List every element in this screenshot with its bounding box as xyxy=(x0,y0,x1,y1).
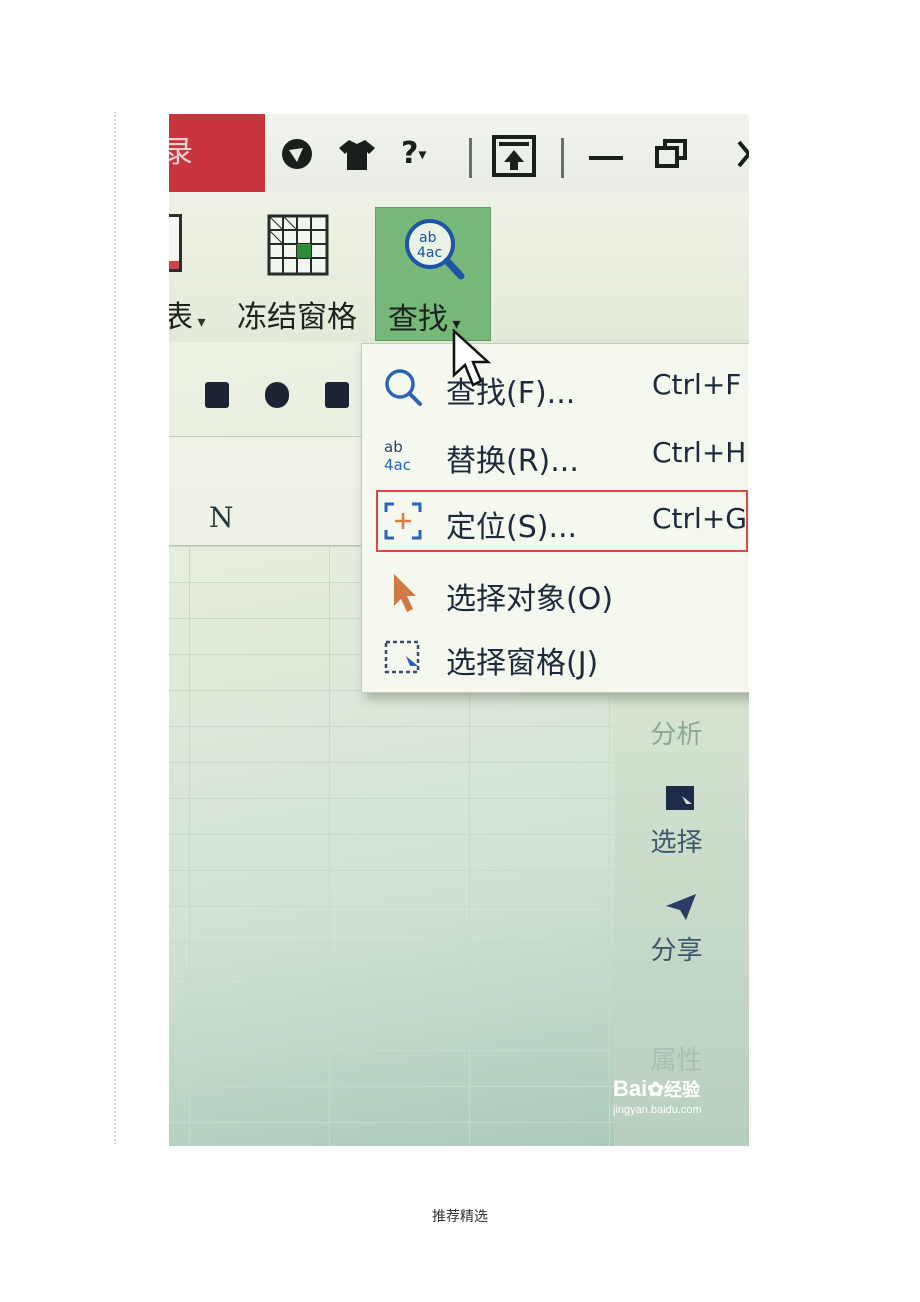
baidu-watermark: Bai✿经验 jingyan.baidu.com xyxy=(613,1076,702,1116)
share-icon xyxy=(666,894,696,920)
upload-icon[interactable] xyxy=(491,134,537,178)
login-tab[interactable]: 录 xyxy=(169,114,265,192)
restore-icon[interactable] xyxy=(653,136,689,172)
menu-item-find[interactable]: 查找(F)... Ctrl+F xyxy=(362,358,749,416)
freeze-panes-button[interactable]: 冻结窗格 xyxy=(237,292,357,336)
footer-text: 推荐精选 xyxy=(432,1209,488,1225)
replace-item-label: 替换(R)... xyxy=(446,444,579,479)
side-panel-share[interactable]: 分享 xyxy=(614,930,739,967)
menu-item-selection-pane[interactable]: 选择窗格(J) xyxy=(362,628,749,686)
minimize-icon[interactable] xyxy=(589,136,623,172)
find-replace-icon: ab 4ac xyxy=(405,219,465,280)
title-bar: 录 ?▾ xyxy=(169,114,749,192)
sheet-icon[interactable] xyxy=(205,382,229,408)
shirt-icon[interactable] xyxy=(337,136,377,172)
skin-icon[interactable] xyxy=(279,136,315,172)
mouse-cursor-icon xyxy=(452,329,491,387)
replace-shortcut: Ctrl+H xyxy=(652,436,747,469)
locate-icon xyxy=(384,502,422,540)
replace-icon: ab 4ac xyxy=(384,438,411,474)
side-panel-select[interactable]: 选择 xyxy=(614,822,739,859)
locate-item-label: 定位(S)... xyxy=(446,510,578,545)
side-panel-properties[interactable]: 属性 xyxy=(614,1040,739,1077)
search-icon xyxy=(385,369,422,406)
select-label: 选择 xyxy=(650,828,703,858)
properties-label: 属性 xyxy=(650,1046,703,1076)
share-label: 分享 xyxy=(650,936,703,966)
selection-pane-label: 选择窗格(J) xyxy=(446,646,599,681)
svg-text:4ac: 4ac xyxy=(384,456,411,474)
separator xyxy=(561,138,564,178)
separator xyxy=(469,138,472,178)
find-button[interactable]: ab 4ac 查找 ▾ xyxy=(375,207,491,341)
select-icon xyxy=(666,786,694,810)
menu-item-select-objects[interactable]: 选择对象(O) xyxy=(362,564,749,622)
menu-item-replace[interactable]: ab 4ac 替换(R)... Ctrl+H xyxy=(362,426,749,484)
select-objects-label: 选择对象(O) xyxy=(446,582,614,617)
watermark-suffix: 经验 xyxy=(664,1080,701,1100)
table-icon xyxy=(169,214,182,272)
svg-text:ab: ab xyxy=(419,230,437,246)
locate-shortcut: Ctrl+G xyxy=(652,502,747,535)
paw-icon: ✿ xyxy=(647,1079,665,1101)
page-margin-guide xyxy=(114,112,116,1144)
table-menu[interactable]: 表 ▾ xyxy=(169,292,205,336)
ribbon: 表 ▾ 冻结窗格 ab 4ac 查找 ▾ xyxy=(169,192,749,387)
close-icon[interactable] xyxy=(735,136,749,172)
find-label: 查找 xyxy=(388,303,448,336)
svg-text:ab: ab xyxy=(384,438,403,456)
find-label-wrap: 查找 ▾ xyxy=(388,303,461,336)
screenshot-photo: 录 ?▾ 表 ▾ 冻结窗格 ab 4ac 查找 ▾ N 分析 选择 分享 属性 … xyxy=(169,114,749,1146)
column-n-header: N xyxy=(209,501,234,534)
table-label: 表 xyxy=(169,301,193,334)
freeze-panes-label: 冻结窗格 xyxy=(237,301,357,334)
side-panel-analyze[interactable]: 分析 xyxy=(614,714,739,751)
help-icon[interactable]: ?▾ xyxy=(401,136,426,172)
menu-item-locate[interactable]: 定位(S)... Ctrl+G xyxy=(362,492,749,550)
pointer-icon xyxy=(394,574,416,612)
freeze-panes-icon xyxy=(267,214,329,276)
login-label: 录 xyxy=(169,135,193,170)
pane-icon xyxy=(384,640,420,674)
analyze-label: 分析 xyxy=(650,720,703,750)
watermark-brand: Bai xyxy=(613,1076,648,1101)
format-icon[interactable] xyxy=(325,382,349,408)
svg-text:4ac: 4ac xyxy=(417,245,442,261)
shape-icon[interactable] xyxy=(265,382,289,408)
find-shortcut: Ctrl+F xyxy=(652,368,742,401)
find-dropdown-menu: 查找(F)... Ctrl+F ab 4ac 替换(R)... Ctrl+H 定… xyxy=(361,343,749,693)
watermark-url: jingyan.baidu.com xyxy=(613,1104,702,1116)
help-label: ? xyxy=(401,136,419,171)
